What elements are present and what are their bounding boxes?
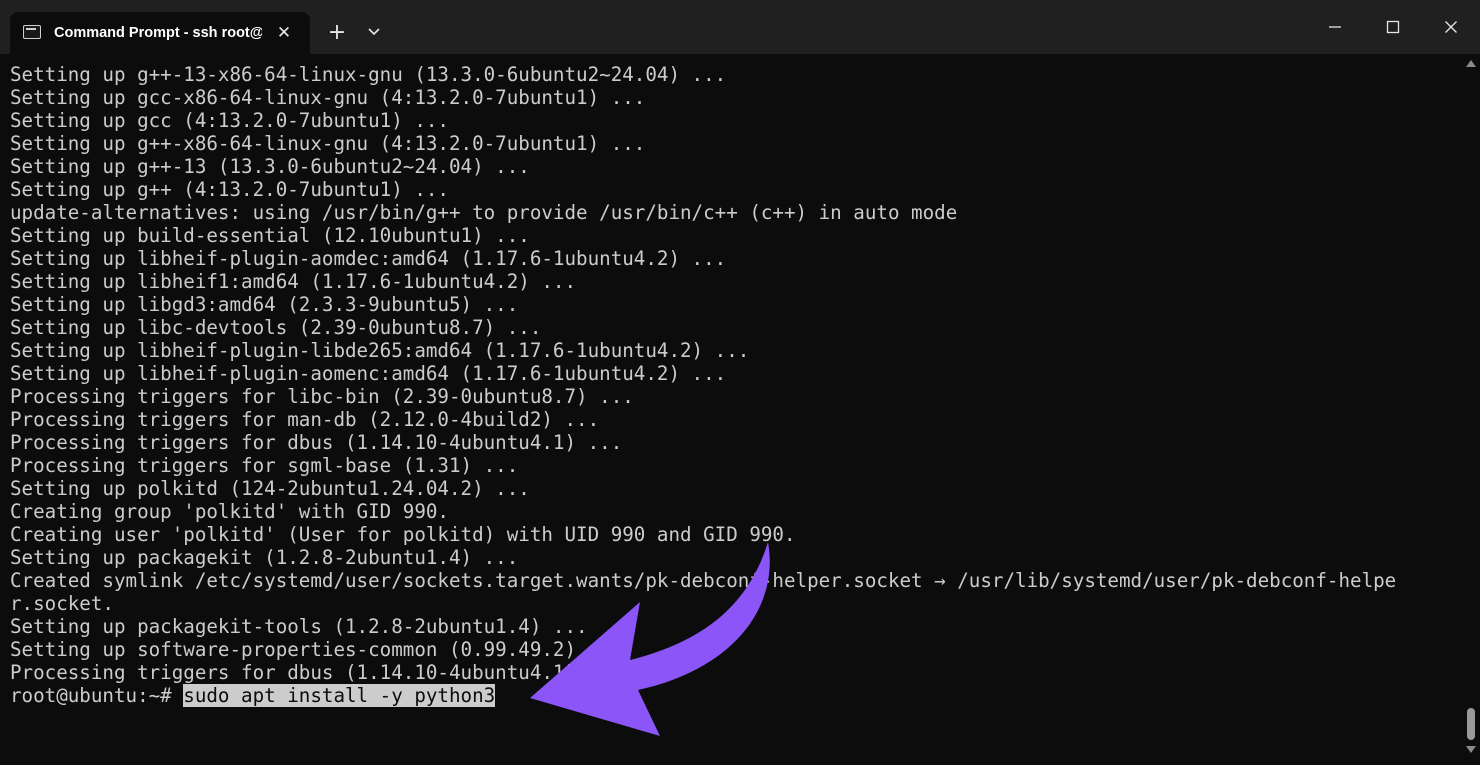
selected-command[interactable]: sudo apt install -y python3 <box>183 684 496 707</box>
new-tab-button[interactable]: + <box>322 20 352 46</box>
terminal-line: Setting up libheif-plugin-libde265:amd64… <box>10 339 750 362</box>
terminal-line: Setting up g++-13-x86-64-linux-gnu (13.3… <box>10 63 727 86</box>
tab-command-prompt[interactable]: Command Prompt - ssh root@ ✕ <box>10 12 310 54</box>
title-bar: Command Prompt - ssh root@ ✕ + <box>0 0 1480 54</box>
maximize-icon <box>1386 20 1400 34</box>
terminal-line: Processing triggers for libc-bin (2.39-0… <box>10 385 634 408</box>
close-window-button[interactable] <box>1422 0 1480 54</box>
tab-close-button[interactable]: ✕ <box>272 21 296 45</box>
tab-dropdown-button[interactable] <box>360 20 388 46</box>
scroll-thumb[interactable] <box>1467 708 1475 740</box>
terminal-line: Processing triggers for sgml-base (1.31)… <box>10 454 519 477</box>
terminal-line: Setting up gcc (4:13.2.0-7ubuntu1) ... <box>10 109 449 132</box>
terminal-line: Processing triggers for man-db (2.12.0-4… <box>10 408 600 431</box>
terminal-line: Setting up libheif-plugin-aomdec:amd64 (… <box>10 247 727 270</box>
scroll-down-arrow-icon[interactable] <box>1466 746 1476 753</box>
terminal-line: Setting up libheif-plugin-aomenc:amd64 (… <box>10 362 727 385</box>
terminal-line: Creating group 'polkitd' with GID 990. <box>10 500 449 523</box>
close-icon <box>1445 21 1457 33</box>
minimize-button[interactable] <box>1306 0 1364 54</box>
terminal-line: update-alternatives: using /usr/bin/g++ … <box>10 201 958 224</box>
minimize-icon <box>1329 26 1341 28</box>
terminal-line: Setting up libc-devtools (2.39-0ubuntu8.… <box>10 316 542 339</box>
terminal-icon <box>23 25 41 39</box>
chevron-down-icon <box>368 28 380 36</box>
tab-title: Command Prompt - ssh root@ <box>54 25 262 41</box>
scroll-up-arrow-icon[interactable] <box>1466 60 1476 67</box>
terminal-line: Processing triggers for dbus (1.14.10-4u… <box>10 431 623 454</box>
annotation-arrow-icon <box>530 542 770 736</box>
terminal-line: Setting up libheif1:amd64 (1.17.6-1ubunt… <box>10 270 577 293</box>
maximize-button[interactable] <box>1364 0 1422 54</box>
terminal-line: Setting up polkitd (124-2ubuntu1.24.04.2… <box>10 477 530 500</box>
terminal-line: Setting up libgd3:amd64 (2.3.3-9ubuntu5)… <box>10 293 519 316</box>
terminal-line: Setting up g++-x86-64-linux-gnu (4:13.2.… <box>10 132 646 155</box>
terminal-line: Setting up g++-13 (13.3.0-6ubuntu2~24.04… <box>10 155 530 178</box>
vertical-scrollbar[interactable] <box>1462 54 1480 765</box>
terminal-line: Setting up build-essential (12.10ubuntu1… <box>10 224 530 247</box>
terminal-line: Setting up gcc-x86-64-linux-gnu (4:13.2.… <box>10 86 646 109</box>
terminal-line: Setting up g++ (4:13.2.0-7ubuntu1) ... <box>10 178 449 201</box>
shell-prompt: root@ubuntu:~# <box>10 684 184 707</box>
